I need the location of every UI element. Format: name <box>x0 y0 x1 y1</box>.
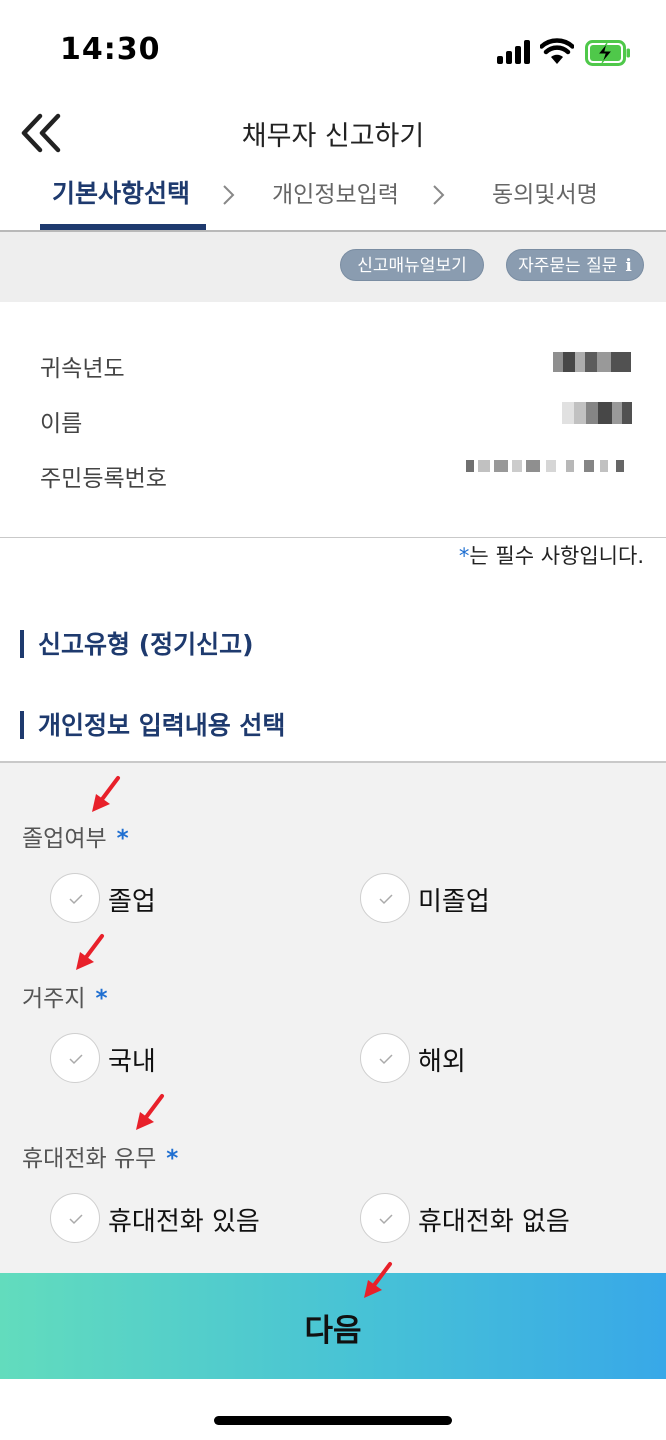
annotation-arrow-icon <box>364 1262 392 1298</box>
next-button-label: 다음 <box>304 1313 362 1349</box>
radio-label: 미졸업 <box>418 887 490 917</box>
required-star: * <box>95 986 108 1012</box>
radio-check-icon <box>360 1033 410 1083</box>
step-consent-signature[interactable]: 동의및서명 <box>492 175 598 209</box>
required-note-text: 는 필수 사항입니다. <box>469 544 644 568</box>
question-label: 휴대전화 유무 <box>22 1146 157 1172</box>
annotation-arrow-icon <box>92 776 120 812</box>
radio-overseas[interactable]: 해외 <box>360 1033 560 1083</box>
redacted-value <box>466 460 632 472</box>
radio-not-graduated[interactable]: 미졸업 <box>360 873 560 923</box>
question-label: 거주지 <box>22 986 86 1012</box>
radio-graduated[interactable]: 졸업 <box>50 873 250 923</box>
page-title: 채무자 신고하기 <box>241 121 425 152</box>
radio-label: 국내 <box>108 1047 156 1077</box>
info-label-resident-number: 주민등록번호 <box>40 466 167 492</box>
step-basic-selection[interactable]: 기본사항선택 <box>52 174 190 210</box>
status-bar: 14:30 <box>0 0 666 100</box>
required-star: * <box>458 544 470 568</box>
question-residence: 거주지 * <box>22 979 108 1013</box>
radio-label: 해외 <box>418 1047 466 1077</box>
info-label-name: 이름 <box>40 411 83 437</box>
redacted-value <box>562 402 632 424</box>
radio-check-icon <box>50 1193 100 1243</box>
section-personal-info-selection: 개인정보 입력내용 선택 <box>20 706 285 742</box>
radio-check-icon <box>360 873 410 923</box>
help-toolbar: 신고매뉴얼보기 자주묻는 질문 i <box>0 232 666 302</box>
info-icon: i <box>625 256 632 276</box>
home-indicator[interactable] <box>214 1416 452 1425</box>
section-report-type: 신고유형 (정기신고) <box>20 625 254 661</box>
active-step-underline <box>40 224 206 230</box>
radio-check-icon <box>50 1033 100 1083</box>
battery-charging-icon <box>585 40 630 66</box>
status-time: 14:30 <box>60 32 161 67</box>
required-star: * <box>116 826 129 852</box>
radio-check-icon <box>360 1193 410 1243</box>
signal-icon <box>497 40 533 64</box>
radio-check-icon <box>50 873 100 923</box>
required-star: * <box>166 1146 179 1172</box>
faq-button-label: 자주묻는 질문 <box>518 256 618 276</box>
step-indicator: 기본사항선택 개인정보입력 동의및서명 <box>0 165 666 232</box>
radio-domestic[interactable]: 국내 <box>50 1033 250 1083</box>
annotation-arrow-icon <box>76 934 104 970</box>
wifi-icon <box>540 38 574 64</box>
annotation-arrow-icon <box>136 1094 164 1130</box>
info-label-year: 귀속년도 <box>40 356 125 382</box>
manual-button[interactable]: 신고매뉴얼보기 <box>340 249 484 281</box>
radio-label: 졸업 <box>108 887 156 917</box>
faq-button[interactable]: 자주묻는 질문 i <box>506 249 644 281</box>
radio-label: 휴대전화 없음 <box>418 1207 570 1237</box>
question-label: 졸업여부 <box>22 826 107 852</box>
redacted-value <box>553 352 631 372</box>
radio-no-phone[interactable]: 휴대전화 없음 <box>360 1193 600 1243</box>
radio-label: 휴대전화 있음 <box>108 1207 260 1237</box>
next-button[interactable]: 다음 <box>0 1273 666 1379</box>
question-mobile-phone: 휴대전화 유무 * <box>22 1139 178 1173</box>
question-graduation: 졸업여부 * <box>22 819 129 853</box>
step-personal-info[interactable]: 개인정보입력 <box>272 175 399 209</box>
chevron-right-icon <box>433 185 445 205</box>
chevron-right-icon <box>223 185 235 205</box>
options-panel: 졸업여부 * 졸업 미졸업 거주지 * 국내 해외 휴대전화 유무 * 휴대전화 있음… <box>0 761 666 1273</box>
required-note: *는 필수 사항입니다. <box>459 540 644 570</box>
debtor-info-card: 귀속년도 이름 주민등록번호 <box>0 302 666 538</box>
radio-has-phone[interactable]: 휴대전화 있음 <box>50 1193 290 1243</box>
